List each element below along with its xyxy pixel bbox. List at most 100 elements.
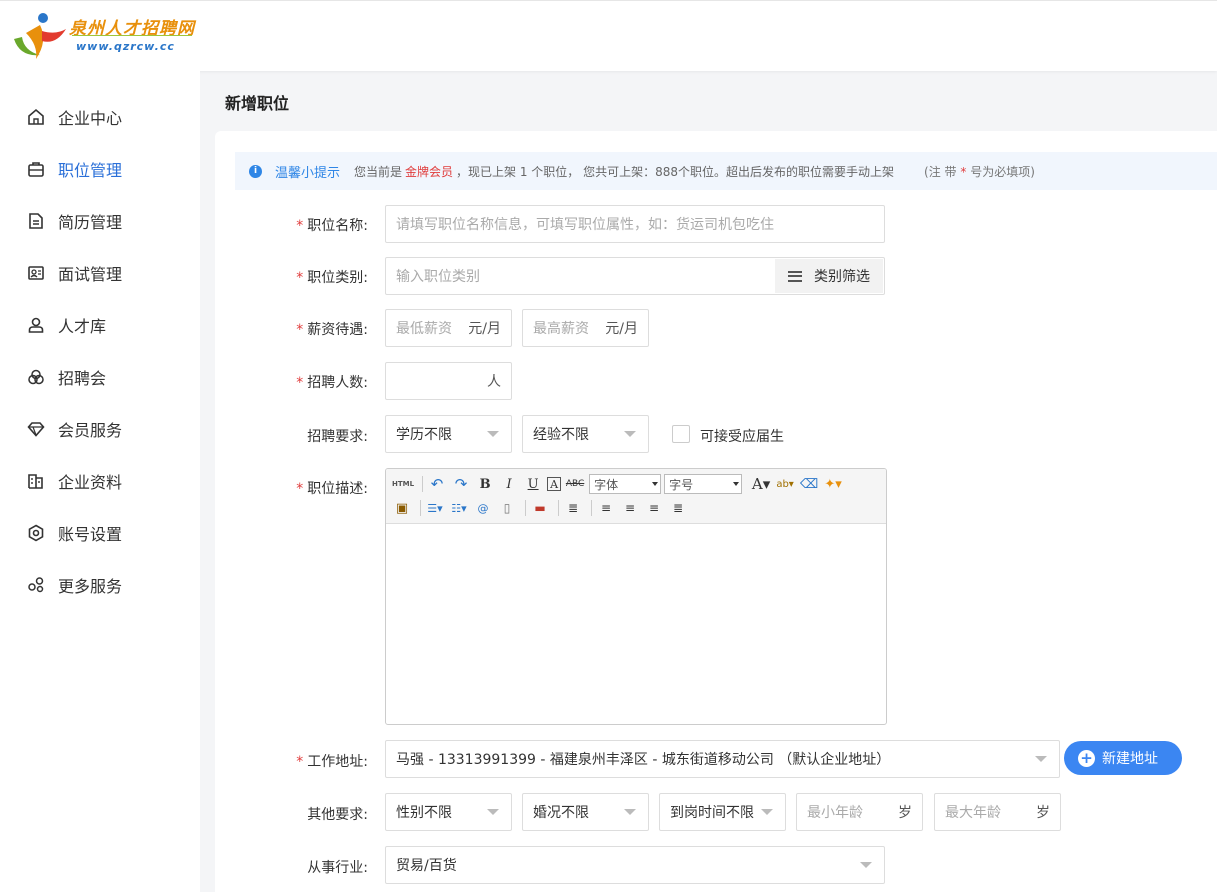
sidebar-item-label: 简历管理 (58, 213, 123, 232)
logo-mark-icon (14, 13, 66, 59)
arrival-time-select[interactable]: 到岗时间不限 (659, 793, 786, 831)
align-right-icon[interactable]: ≡ (644, 498, 664, 518)
html-source-icon[interactable]: HTML (392, 474, 414, 494)
align-left-icon[interactable]: ≡ (596, 498, 616, 518)
chevron-down-icon (487, 809, 499, 815)
description-label: * 职位描述: (296, 481, 368, 497)
indent-icon[interactable]: ≣ (563, 498, 583, 518)
sidebar-item-interview-management[interactable]: 面试管理 (0, 253, 200, 293)
job-category-label: * 职位类别: (296, 270, 368, 286)
max-salary-input[interactable]: 最高薪资 元/月 (522, 309, 649, 347)
min-salary-placeholder: 最低薪资 (396, 321, 452, 337)
new-address-button[interactable]: + 新建地址 (1064, 741, 1182, 775)
chevron-down-icon (487, 431, 499, 437)
max-age-placeholder: 最大年龄 (945, 805, 1001, 821)
education-select[interactable]: 学历不限 (385, 415, 512, 453)
magic-wand-icon[interactable]: ✦▾ (823, 474, 843, 494)
top-header: 泉州人才招聘网 www.qzrcw.cc (0, 0, 1217, 71)
tip-title: 温馨小提示 (275, 165, 341, 181)
other-requirements-label: 其他要求: (307, 807, 368, 823)
font-border-icon[interactable]: A (547, 477, 562, 491)
plus-circle-icon: + (1078, 749, 1095, 767)
work-address-select[interactable]: 马强 - 13313991399 - 福建泉州丰泽区 - 城东街道移动公司 （默… (385, 740, 1060, 778)
editor-toolbar: HTML ↶ ↷ B I U A ABC 字体 字号 A▾ ab▾ ⌫ ✦▾ ▣… (386, 469, 886, 524)
sidebar-item-member-service[interactable]: 会员服务 (0, 409, 200, 449)
undo-icon[interactable]: ↶ (427, 474, 447, 494)
headcount-input[interactable]: 人 (385, 362, 512, 400)
category-filter-button[interactable]: 类别筛选 (775, 259, 883, 293)
sidebar-item-label: 职位管理 (58, 161, 123, 180)
chevron-down-icon (624, 809, 636, 815)
sidebar-item-resume-management[interactable]: 简历管理 (0, 201, 200, 241)
toolbar-divider (420, 500, 421, 516)
sidebar-item-job-management[interactable]: 职位管理 (0, 149, 200, 189)
align-center-icon[interactable]: ≡ (620, 498, 640, 518)
max-age-input[interactable]: 最大年龄 岁 (934, 793, 1061, 831)
bold-icon[interactable]: B (475, 474, 495, 494)
site-logo[interactable]: 泉州人才招聘网 www.qzrcw.cc (12, 11, 202, 63)
sidebar-item-more-services[interactable]: 更多服务 (0, 565, 200, 605)
id-card-icon (26, 263, 46, 283)
toolbar-divider (525, 500, 526, 516)
sidebar-item-job-fair[interactable]: 招聘会 (0, 357, 200, 397)
job-category-input[interactable]: 输入职位类别 类别筛选 (385, 257, 885, 295)
list-icon (788, 270, 802, 282)
experience-select[interactable]: 经验不限 (522, 415, 649, 453)
min-age-unit: 岁 (898, 805, 912, 821)
accept-graduates-checkbox[interactable] (672, 425, 690, 443)
sidebar-item-label: 账号设置 (58, 525, 123, 544)
sidebar-item-enterprise-profile[interactable]: 企业资料 (0, 461, 200, 501)
gender-select[interactable]: 性别不限 (385, 793, 512, 831)
member-level-badge: 金牌会员 (405, 164, 454, 179)
diamond-icon (26, 419, 46, 439)
font-family-select[interactable]: 字体 (589, 474, 662, 494)
eraser-icon[interactable]: ⌫ (799, 474, 819, 494)
italic-icon[interactable]: I (499, 474, 519, 494)
max-age-unit: 岁 (1036, 805, 1050, 821)
min-age-placeholder: 最小年龄 (807, 805, 863, 821)
experience-value: 经验不限 (533, 427, 589, 443)
font-size-select[interactable]: 字号 (664, 474, 743, 494)
unordered-list-icon[interactable]: ☷▾ (449, 498, 469, 518)
link-icon[interactable]: @ (473, 498, 493, 518)
min-age-input[interactable]: 最小年龄 岁 (796, 793, 923, 831)
min-salary-input[interactable]: 最低薪资 元/月 (385, 309, 512, 347)
toolbar-divider (591, 500, 592, 516)
align-justify-icon[interactable]: ≣ (668, 498, 688, 518)
font-color-icon[interactable]: A▾ (751, 474, 771, 494)
page-icon[interactable]: ▯ (497, 498, 517, 518)
max-salary-unit: 元/月 (605, 321, 638, 337)
image-icon[interactable]: ▬ (530, 498, 550, 518)
logo-divider (72, 35, 192, 36)
briefcase-icon (26, 159, 46, 179)
category-filter-label: 类别筛选 (814, 269, 870, 285)
required-note-prefix: (注 带 (924, 164, 957, 179)
job-name-input[interactable]: 请填写职位名称信息，可填写职位属性，如：货运司机包吃住 (385, 205, 885, 243)
sidebar-item-talent-pool[interactable]: 人才库 (0, 305, 200, 345)
sidebar-item-label: 招聘会 (58, 369, 107, 388)
headcount-unit: 人 (487, 374, 501, 390)
ordered-list-icon[interactable]: ☰▾ (425, 498, 445, 518)
sidebar-item-enterprise-center[interactable]: 企业中心 (0, 97, 200, 137)
marital-value: 婚况不限 (533, 805, 589, 821)
underline-icon[interactable]: U (523, 474, 543, 494)
sidebar-item-label: 更多服务 (58, 577, 123, 596)
highlight-color-icon[interactable]: ab▾ (775, 474, 795, 494)
chevron-down-icon (761, 809, 773, 815)
strikethrough-icon[interactable]: ABC (565, 474, 585, 494)
job-name-placeholder: 请填写职位名称信息，可填写职位属性，如：货运司机包吃住 (396, 217, 774, 233)
headcount-label: * 招聘人数: (296, 375, 368, 391)
redo-icon[interactable]: ↷ (451, 474, 471, 494)
sidebar-item-label: 企业资料 (58, 473, 123, 492)
editor-content-area[interactable] (386, 524, 886, 724)
user-icon (26, 315, 46, 335)
industry-select[interactable]: 贸易/百货 (385, 846, 885, 884)
marital-select[interactable]: 婚况不限 (522, 793, 649, 831)
tip-text-after: ，现已上架 1 个职位， 您共可上架：888个职位。超出后发布的职位需要手动上架 (456, 164, 895, 179)
sidebar-item-label: 企业中心 (58, 109, 123, 128)
tip-banner: i 温馨小提示 您当前是 金牌会员 ，现已上架 1 个职位， 您共可上架：888… (235, 152, 1217, 190)
document-icon (26, 211, 46, 231)
sidebar-item-account-settings[interactable]: 账号设置 (0, 513, 200, 553)
chevron-down-icon (860, 862, 872, 868)
paste-text-icon[interactable]: ▣ (392, 498, 412, 518)
